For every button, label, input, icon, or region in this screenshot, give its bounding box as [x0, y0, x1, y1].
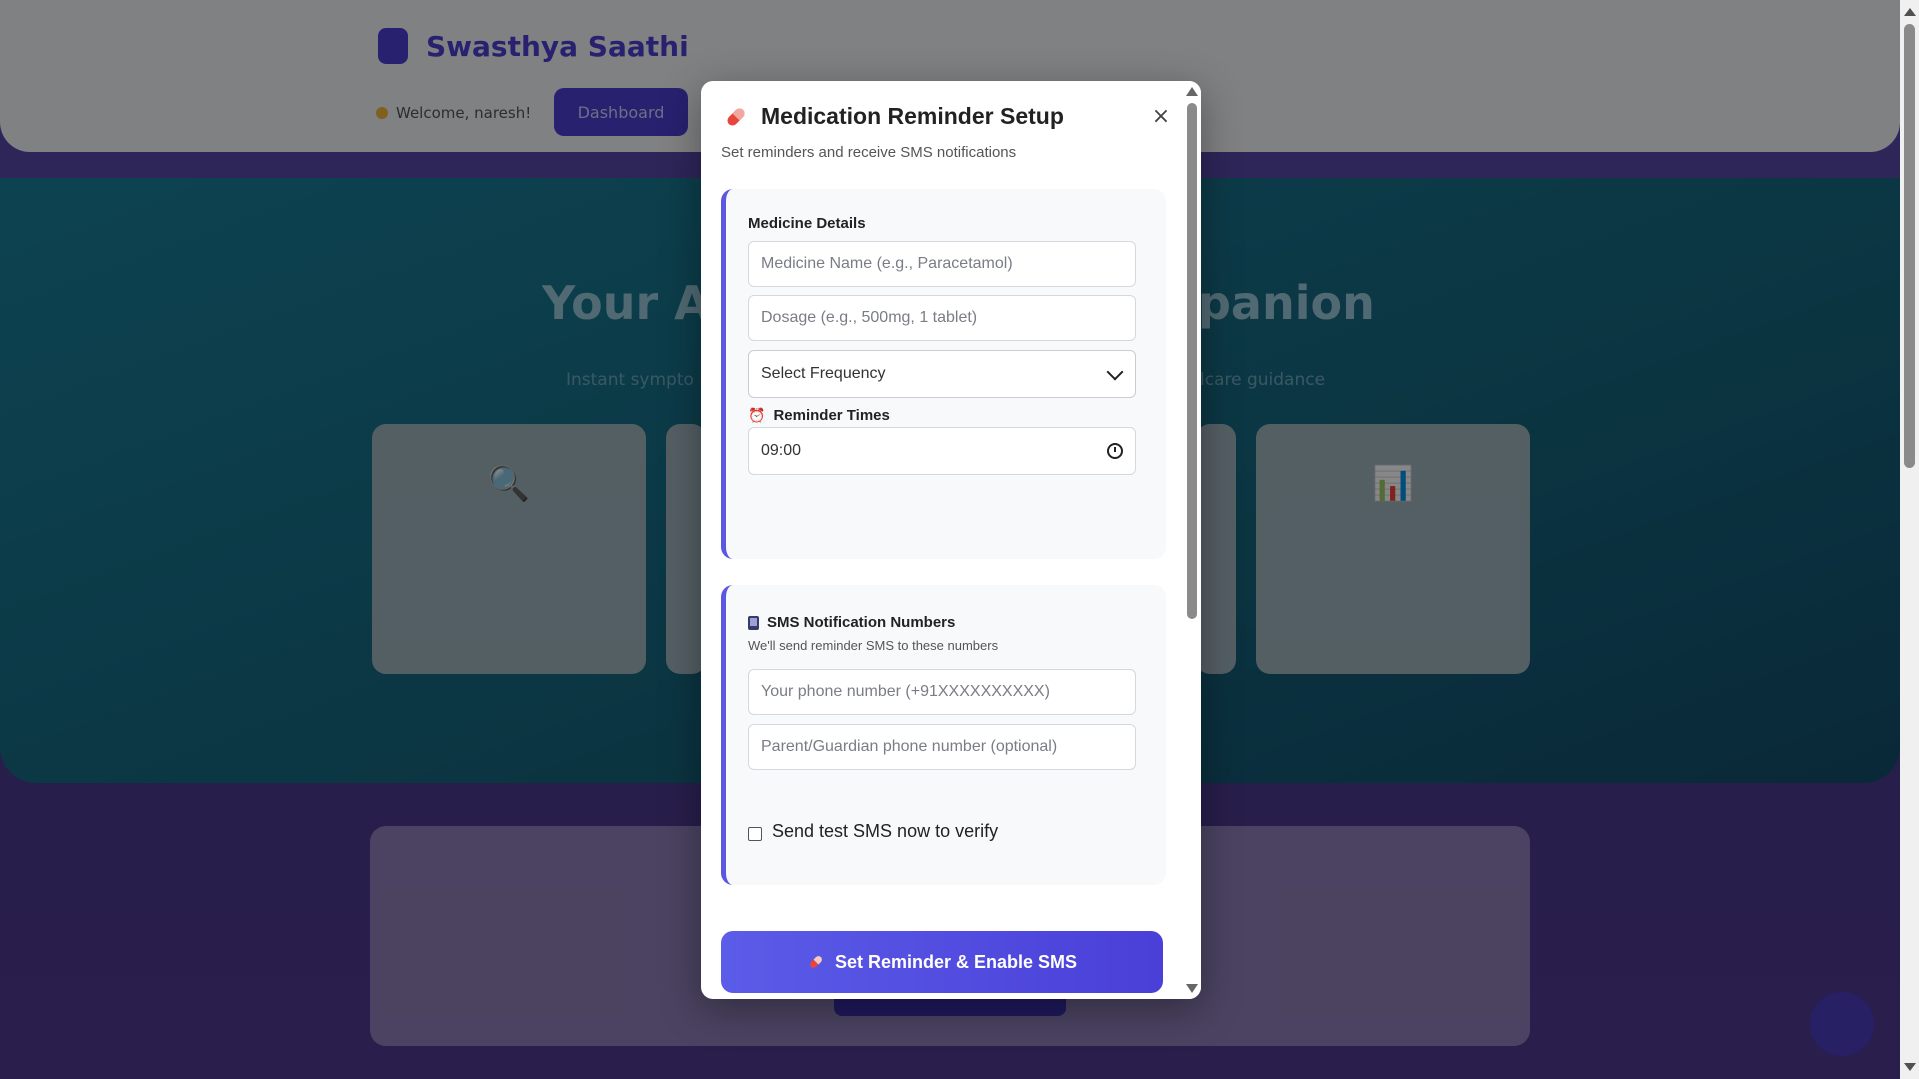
chevron-down-icon: [1106, 363, 1124, 380]
page-scrollbar[interactable]: [1900, 0, 1919, 1079]
set-reminder-label: Set Reminder & Enable SMS: [834, 951, 1078, 972]
dosage-input[interactable]: [748, 295, 1136, 341]
medicine-name-input[interactable]: [748, 241, 1136, 287]
modal-scrollbar[interactable]: [1183, 81, 1201, 999]
sms-notification-section: SMS Notification Numbers We'll send remi…: [721, 585, 1166, 885]
medication-reminder-modal: Medication Reminder Setup × Set reminder…: [701, 81, 1201, 999]
test-sms-checkbox[interactable]: [748, 826, 762, 841]
scroll-up-arrow-icon[interactable]: [1186, 87, 1198, 96]
guardian-phone-input[interactable]: [748, 724, 1136, 770]
pill-icon: [727, 107, 745, 126]
reminder-time-value: 09:00: [761, 442, 802, 459]
scroll-up-arrow-icon[interactable]: [1904, 8, 1916, 16]
mobile-phone-icon: [748, 615, 759, 630]
modal-header: Medication Reminder Setup: [723, 103, 1064, 130]
page-scrollbar-thumb[interactable]: [1904, 24, 1915, 468]
modal-title: Medication Reminder Setup: [761, 103, 1064, 129]
frequency-select[interactable]: Select Frequency: [748, 350, 1136, 398]
modal-subtitle: Set reminders and receive SMS notificati…: [721, 144, 1017, 161]
medicine-details-section: Medicine Details Select Frequency ⏰ Remi…: [721, 189, 1166, 559]
modal-scrollbar-thumb[interactable]: [1187, 103, 1197, 619]
alarm-clock-icon: ⏰: [748, 407, 766, 423]
close-icon[interactable]: ×: [1149, 105, 1173, 129]
sms-section-hint: We'll send reminder SMS to these numbers: [748, 638, 999, 653]
sms-section-title: SMS Notification Numbers: [748, 614, 955, 631]
reminder-times-text: Reminder Times: [773, 407, 890, 424]
frequency-selected-value: Select Frequency: [761, 365, 886, 382]
scroll-down-arrow-icon[interactable]: [1904, 1063, 1916, 1071]
sms-section-title-text: SMS Notification Numbers: [767, 614, 956, 631]
set-reminder-button[interactable]: Set Reminder & Enable SMS: [721, 931, 1163, 993]
scroll-down-arrow-icon[interactable]: [1186, 984, 1198, 993]
reminder-time-input[interactable]: 09:00: [748, 427, 1136, 475]
test-sms-option[interactable]: Send test SMS now to verify: [748, 821, 998, 842]
pill-icon: [810, 956, 822, 968]
clock-icon[interactable]: [1107, 443, 1123, 459]
test-sms-label[interactable]: Send test SMS now to verify: [772, 821, 998, 842]
phone-number-input[interactable]: [748, 669, 1136, 715]
reminder-times-label: ⏰ Reminder Times: [748, 407, 890, 424]
medicine-details-title: Medicine Details: [748, 215, 866, 232]
